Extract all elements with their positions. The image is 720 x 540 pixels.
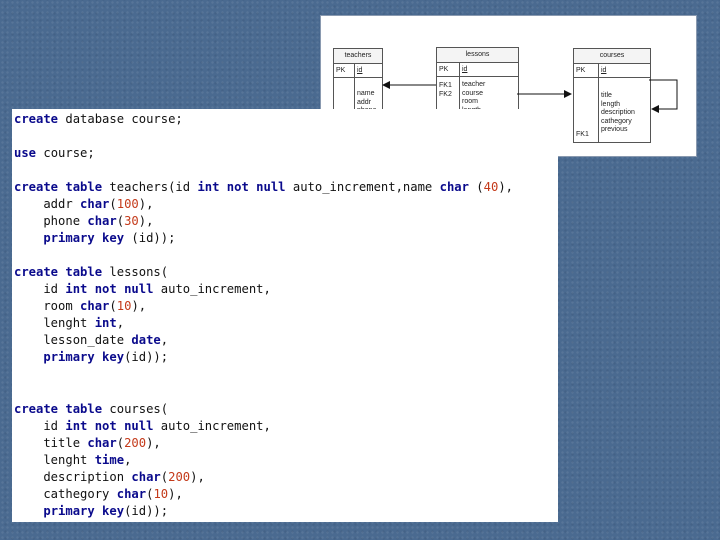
sql-text: lessons( [102, 265, 169, 279]
sql-keyword: int not null [197, 180, 286, 194]
sql-keyword: int not null [65, 282, 154, 296]
sql-text: (id)); [124, 504, 169, 518]
code-line: addr char(100), [14, 196, 153, 213]
sql-text: title [14, 436, 88, 450]
sql-text: ), [190, 470, 205, 484]
code-line: lenght time, [14, 452, 131, 469]
sql-number: 40 [483, 180, 499, 194]
sql-text: ), [146, 436, 161, 450]
sql-keyword: char [116, 487, 147, 501]
sql-text: auto_increment,name [285, 180, 440, 194]
sql-keyword: date [131, 333, 161, 347]
code-line: create database course; [14, 111, 183, 128]
sql-text: ( [160, 470, 169, 484]
sql-text: ), [498, 180, 514, 194]
sql-keyword: int [94, 316, 117, 330]
sql-keyword: primary key [43, 350, 125, 364]
sql-text: courses( [102, 402, 169, 416]
sql-keyword: create table [14, 265, 103, 279]
sql-text: lenght [14, 453, 95, 467]
code-line: cathegory char(10), [14, 486, 183, 503]
sql-keyword: create table [14, 402, 103, 416]
sql-text: course; [36, 146, 95, 160]
sql-number: 200 [124, 436, 147, 450]
sql-text: ), [168, 487, 183, 501]
sql-text: ( [468, 180, 484, 194]
sql-text: phone [14, 214, 88, 228]
sql-keyword: char [439, 180, 469, 194]
sql-keyword: time [94, 453, 125, 467]
code-line: description char(200), [14, 469, 205, 486]
sql-keyword: create [14, 112, 59, 126]
sql-text: database course; [58, 112, 183, 126]
sql-keyword: char [87, 214, 117, 228]
sql-keyword: primary key [43, 231, 125, 245]
sql-number: 10 [153, 487, 169, 501]
sql-text: (id)); [124, 231, 176, 245]
code-line: use course; [14, 145, 95, 162]
code-line: id int not null auto_increment, [14, 281, 271, 298]
sql-text: cathegory [14, 487, 117, 501]
code-line: room char(10), [14, 298, 146, 315]
sql-text: , [124, 453, 132, 467]
sql-keyword: int not null [65, 419, 154, 433]
code-line: primary key(id)); [14, 503, 168, 520]
sql-text: ), [131, 299, 147, 313]
code-line: primary key(id)); [14, 349, 168, 366]
sql-text: id [14, 419, 66, 433]
sql-keyword: use [14, 146, 37, 160]
code-line: lesson_date date, [14, 332, 168, 349]
sql-keyword: char [131, 470, 161, 484]
sql-number: 10 [116, 299, 132, 313]
sql-number: 200 [168, 470, 191, 484]
sql-keyword: char [87, 436, 117, 450]
sql-text: lesson_date [14, 333, 132, 347]
sql-text: room [14, 299, 81, 313]
code-line: primary key (id)); [14, 230, 175, 247]
code-line: create table lessons( [14, 264, 168, 281]
code-line: title char(200), [14, 435, 161, 452]
sql-text: addr [14, 197, 81, 211]
sql-text: teachers(id [102, 180, 198, 194]
sql-keyword: create table [14, 180, 103, 194]
sql-text: lenght [14, 316, 95, 330]
sql-text: (id)); [124, 350, 169, 364]
sql-text: ), [138, 197, 154, 211]
code-line: id int not null auto_increment, [14, 418, 271, 435]
code-line: phone char(30), [14, 213, 153, 230]
sql-text: auto_increment, [153, 419, 271, 433]
code-line: create table teachers(id int not null au… [14, 179, 513, 196]
sql-number: 100 [116, 197, 139, 211]
sql-text: ), [138, 214, 154, 228]
sql-text: ( [109, 197, 117, 211]
sql-text: ( [116, 214, 125, 228]
sql-text: , [116, 316, 125, 330]
sql-text: , [160, 333, 169, 347]
courses-self-reference-arrow [649, 79, 678, 113]
sql-text: description [14, 470, 132, 484]
code-line: lenght int, [14, 315, 124, 332]
sql-text: ( [109, 299, 117, 313]
sql-number: 30 [124, 214, 139, 228]
sql-code-panel: create database course; use course; create… [12, 109, 558, 522]
sql-text: id [14, 282, 66, 296]
sql-keyword: char [80, 197, 110, 211]
code-line: create table courses( [14, 401, 168, 418]
sql-text: ( [116, 436, 125, 450]
sql-text: auto_increment, [153, 282, 271, 296]
sql-keyword: char [80, 299, 110, 313]
sql-keyword: primary key [43, 504, 125, 518]
